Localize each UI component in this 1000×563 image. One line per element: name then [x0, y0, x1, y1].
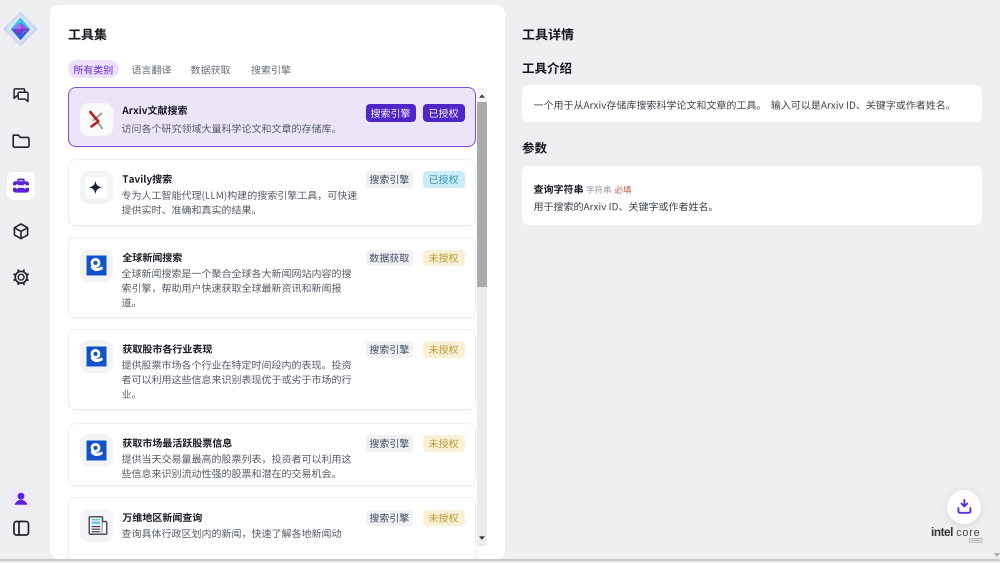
svg-text:core: core	[956, 527, 980, 539]
svg-text:intel: intel	[931, 525, 953, 539]
